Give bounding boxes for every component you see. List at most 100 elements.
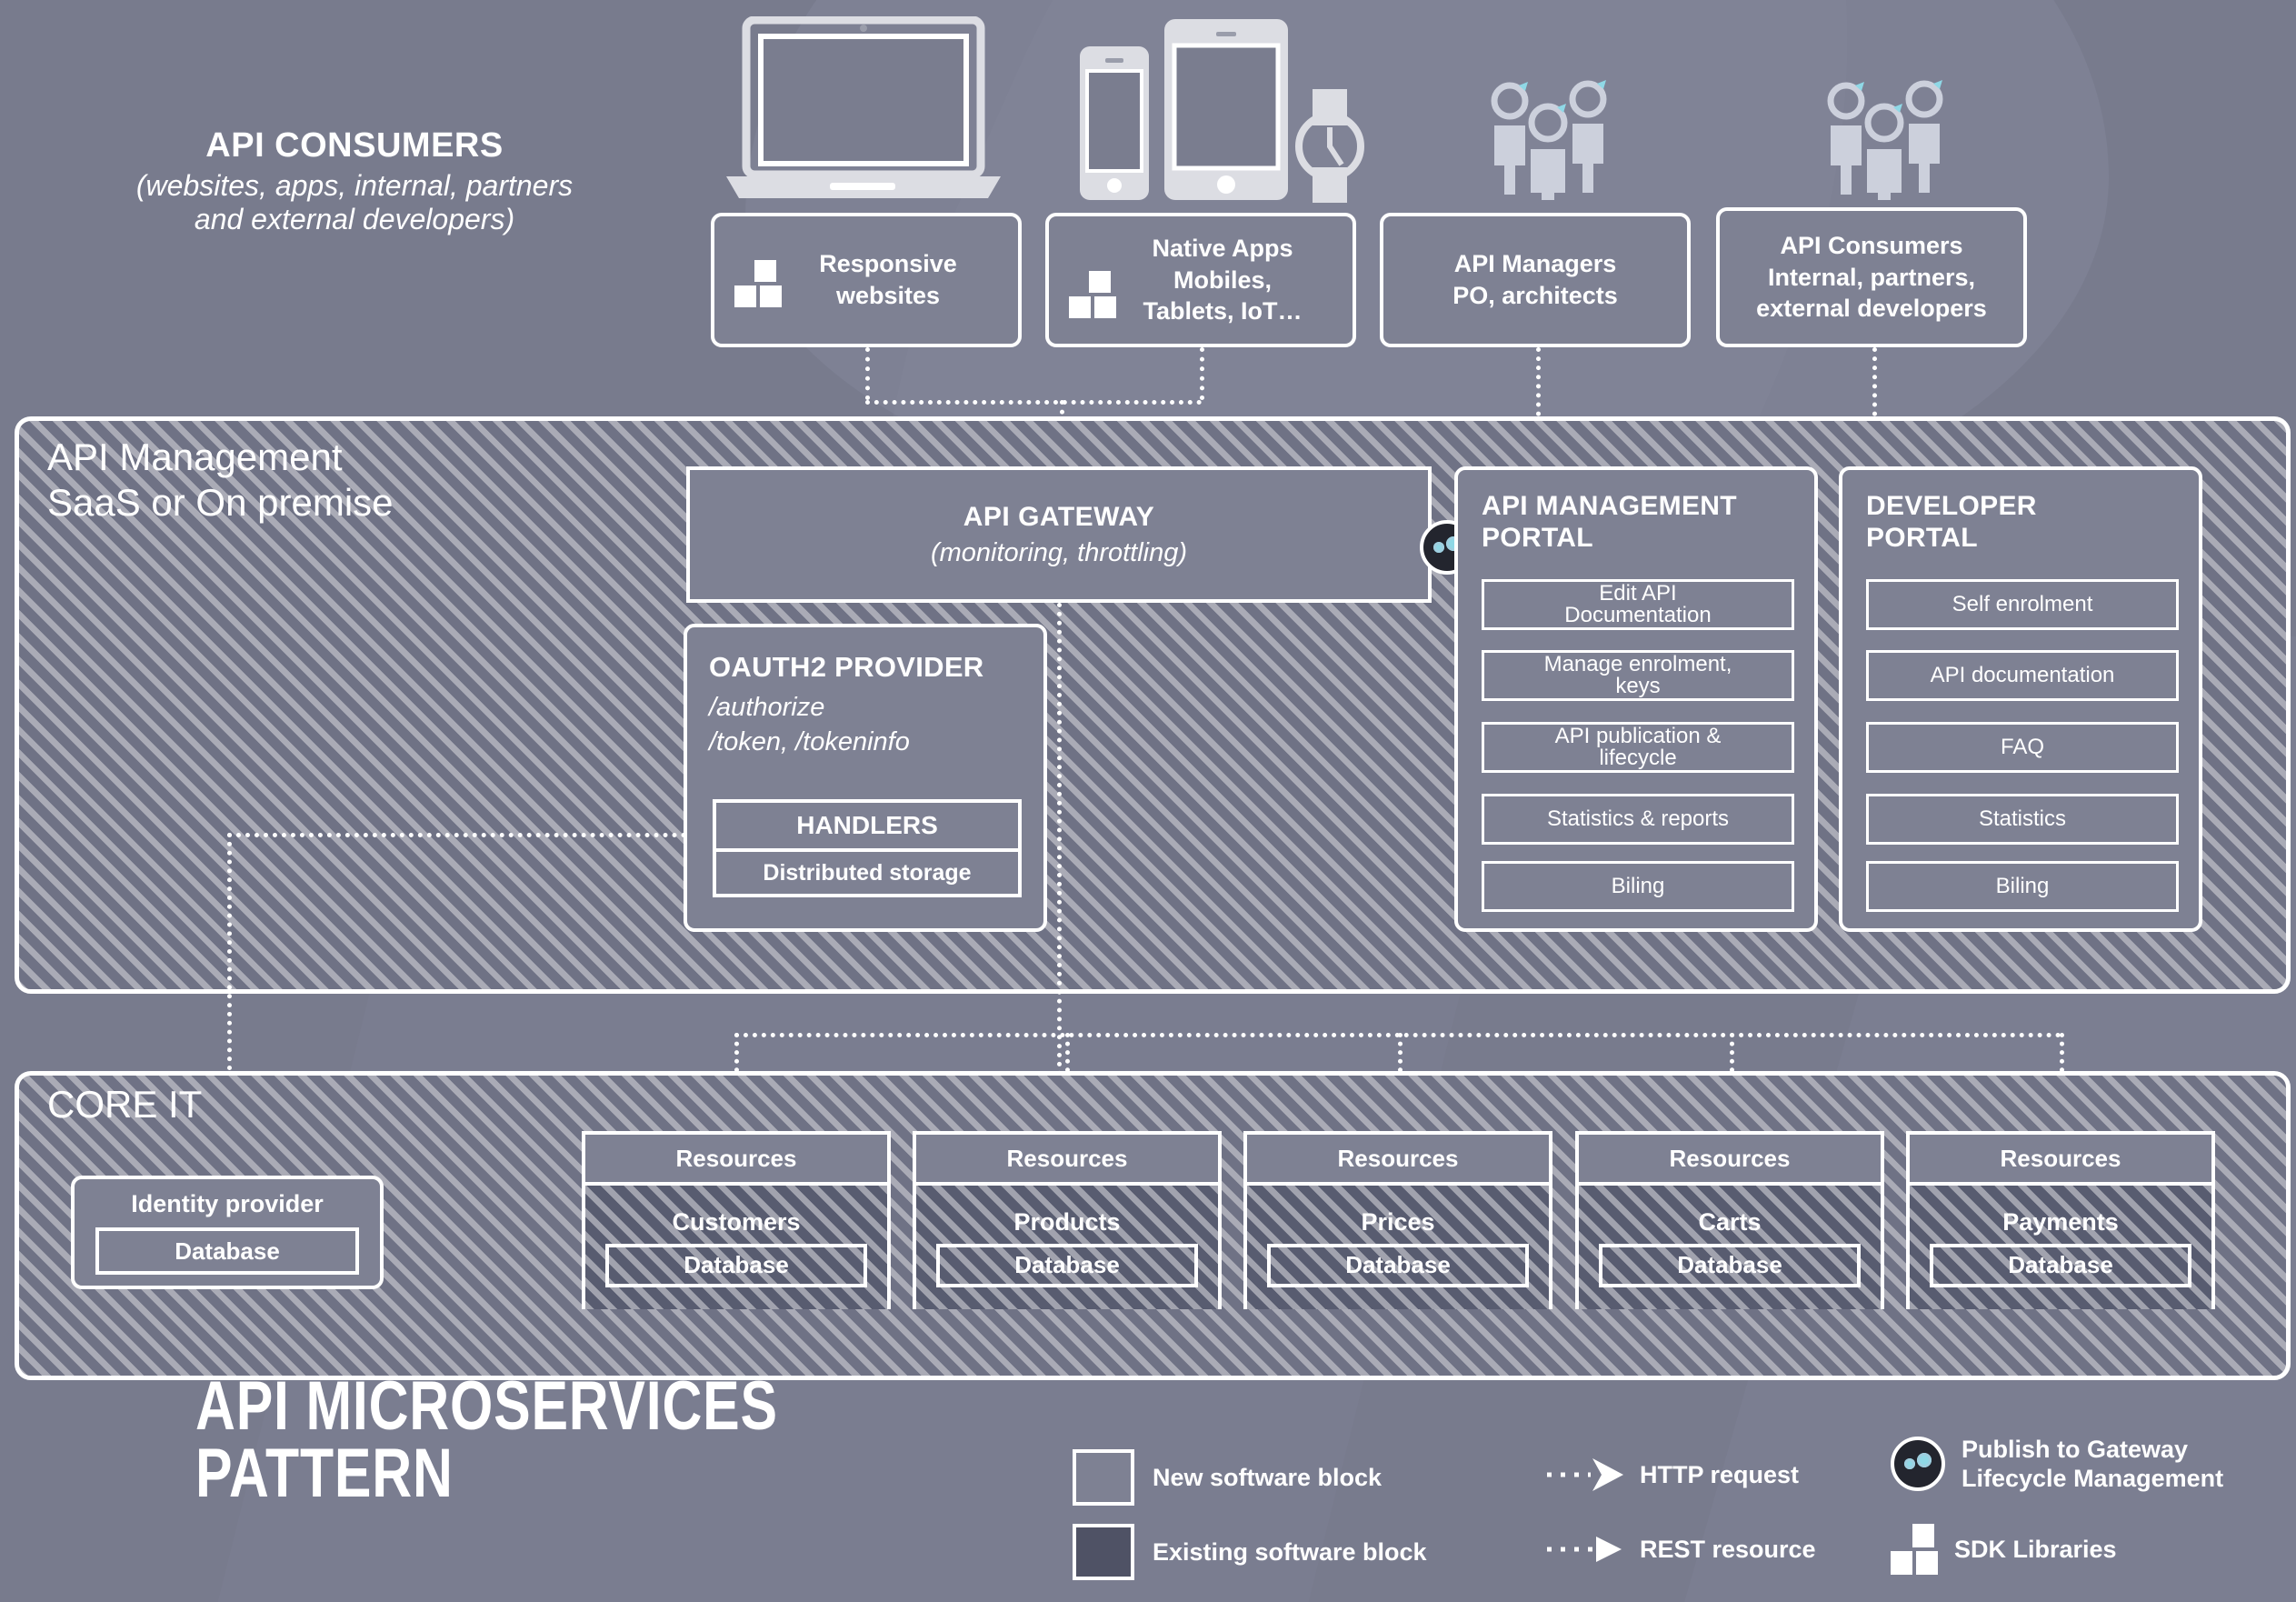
portal-item-label: Statistics & reports: [1546, 806, 1730, 831]
api-gateway-block[interactable]: API GATEWAY (monitoring, throttling): [686, 466, 1432, 603]
database-block[interactable]: Database: [1267, 1243, 1529, 1287]
people-group-icon: [1491, 80, 1607, 200]
consumer-box-label: Native Apps Mobiles, Tablets, IoT…: [1143, 235, 1303, 325]
database-label: Database: [1014, 1251, 1120, 1278]
resource-body: Customers Database: [585, 1186, 887, 1309]
portal-item-label: Biling: [1611, 874, 1665, 898]
consumer-box-native-apps[interactable]: Native Apps Mobiles, Tablets, IoT…: [1045, 213, 1356, 347]
portal-item-label: Statistics: [1978, 806, 2067, 831]
legend-label: HTTP request: [1640, 1460, 1800, 1488]
gear-icon: [1904, 1458, 1915, 1470]
gear-icon: [1433, 542, 1444, 553]
resource-block[interactable]: Resources Payments Database: [1906, 1131, 2215, 1309]
portal-item-label: Biling: [1995, 874, 2050, 898]
portal-item-label: FAQ: [2000, 735, 2044, 759]
portal-item[interactable]: Statistics & reports: [1482, 794, 1794, 845]
resource-header-label: Resources: [675, 1144, 797, 1172]
handlers-label: HANDLERS: [796, 811, 938, 839]
resource-header: Resources: [916, 1135, 1218, 1186]
portal-item[interactable]: Statistics: [1866, 794, 2179, 845]
resource-header-label: Resources: [1006, 1144, 1128, 1172]
database-label: Database: [175, 1237, 280, 1265]
resource-header-label: Resources: [2000, 1144, 2121, 1172]
oauth2-endpoints: /authorize /token, /tokeninfo: [709, 693, 910, 756]
gear-icon: [1917, 1453, 1932, 1468]
consumer-box-api-managers[interactable]: API Managers PO, architects: [1380, 213, 1691, 347]
api-consumers-title: API CONSUMERS: [205, 126, 504, 165]
distributed-storage-label: Distributed storage: [763, 859, 972, 886]
resource-body: Carts Database: [1579, 1186, 1881, 1309]
database-label: Database: [2008, 1251, 2113, 1278]
api-management-portal-title: API MANAGEMENT PORTAL: [1482, 491, 1737, 554]
oauth2-title: OAUTH2 PROVIDER: [709, 651, 984, 683]
database-label: Database: [1345, 1251, 1451, 1278]
developer-portal-block[interactable]: DEVELOPER PORTAL Self enrolment API docu…: [1839, 466, 2202, 932]
database-block[interactable]: Database: [1599, 1243, 1861, 1287]
database-block[interactable]: Database: [1930, 1243, 2191, 1287]
existing-block-swatch: [1073, 1524, 1134, 1580]
legend-label: Existing software block: [1153, 1537, 1427, 1566]
consumer-box-label: API Consumers Internal, partners, extern…: [1756, 232, 1987, 323]
consumer-box-responsive-websites[interactable]: Responsive websites: [711, 213, 1022, 347]
legend-label: SDK Libraries: [1954, 1535, 2117, 1563]
api-consumers-subtitle: (websites, apps, internal, partners and …: [135, 168, 574, 235]
legend-new-software-block: New software block: [1073, 1449, 1382, 1506]
resource-header: Resources: [1579, 1135, 1881, 1186]
portal-item[interactable]: Manage enrolment, keys: [1482, 650, 1794, 701]
people-group-icon: [1827, 80, 1943, 200]
resource-body: Prices Database: [1247, 1186, 1549, 1309]
portal-item-label: API publication & lifecycle: [1554, 724, 1722, 770]
resource-block[interactable]: Resources Prices Database: [1243, 1131, 1552, 1309]
resource-name-label: Prices: [1361, 1207, 1435, 1236]
resource-header: Resources: [1910, 1135, 2211, 1186]
resource-header-label: Resources: [1669, 1144, 1791, 1172]
rest-arrow-icon: [1547, 1537, 1622, 1562]
developer-portal-title: DEVELOPER PORTAL: [1866, 491, 2037, 554]
consumer-box-label: Responsive websites: [819, 250, 957, 309]
resource-name-label: Products: [1013, 1207, 1121, 1236]
laptop-icon: [726, 16, 1001, 198]
portal-item[interactable]: API documentation: [1866, 650, 2179, 701]
api-management-portal-block[interactable]: API MANAGEMENT PORTAL Edit API Documenta…: [1454, 466, 1818, 932]
portal-item[interactable]: Biling: [1482, 861, 1794, 912]
api-gateway-subtitle: (monitoring, throttling): [930, 537, 1188, 567]
resource-header-label: Resources: [1337, 1144, 1459, 1172]
legend-rest-resource: REST resource: [1545, 1531, 1816, 1567]
database-label: Database: [1677, 1251, 1782, 1278]
sdk-libraries-icon: [1891, 1524, 1938, 1575]
smartwatch-icon: [1295, 89, 1364, 203]
portal-item[interactable]: API publication & lifecycle: [1482, 722, 1794, 773]
portal-item[interactable]: Edit API Documentation: [1482, 579, 1794, 630]
sdk-libraries-icon: [734, 260, 782, 307]
publish-gateway-icon: [1891, 1437, 1945, 1492]
api-gateway-title: API GATEWAY: [963, 501, 1155, 532]
tablet-icon: [1164, 19, 1288, 200]
database-block[interactable]: Database: [605, 1243, 867, 1287]
portal-item[interactable]: Self enrolment: [1866, 579, 2179, 630]
core-it-band-title: CORE IT: [47, 1083, 203, 1126]
oauth2-provider-block[interactable]: OAUTH2 PROVIDER /authorize /token, /toke…: [684, 624, 1047, 932]
consumer-box-api-consumers[interactable]: API Consumers Internal, partners, extern…: [1716, 207, 2027, 347]
resource-header: Resources: [1247, 1135, 1549, 1186]
resource-block[interactable]: Resources Carts Database: [1575, 1131, 1884, 1309]
new-block-swatch: [1073, 1449, 1134, 1506]
page-title: API MICROSERVICES PATTERN: [195, 1367, 778, 1513]
resource-header: Resources: [585, 1135, 887, 1186]
database-block[interactable]: Database: [95, 1227, 359, 1275]
legend-label: New software block: [1153, 1463, 1383, 1491]
portal-item[interactable]: Biling: [1866, 861, 2179, 912]
resource-name-label: Carts: [1698, 1207, 1762, 1236]
portal-item-label: API documentation: [1930, 663, 2115, 687]
portal-item[interactable]: FAQ: [1866, 722, 2179, 773]
resource-body: Payments Database: [1910, 1186, 2211, 1309]
portal-item-label: Edit API Documentation: [1564, 581, 1712, 627]
resource-name-label: Customers: [672, 1207, 801, 1236]
resource-block[interactable]: Resources Customers Database: [582, 1131, 891, 1309]
distributed-storage-block[interactable]: Distributed storage: [713, 848, 1022, 897]
resource-block[interactable]: Resources Products Database: [913, 1131, 1222, 1309]
http-arrow-icon: [1547, 1458, 1623, 1491]
database-block[interactable]: Database: [936, 1243, 1198, 1287]
handlers-block[interactable]: HANDLERS: [713, 799, 1022, 852]
sdk-libraries-icon: [1069, 271, 1116, 318]
identity-provider-block[interactable]: Identity provider Database: [71, 1176, 384, 1289]
